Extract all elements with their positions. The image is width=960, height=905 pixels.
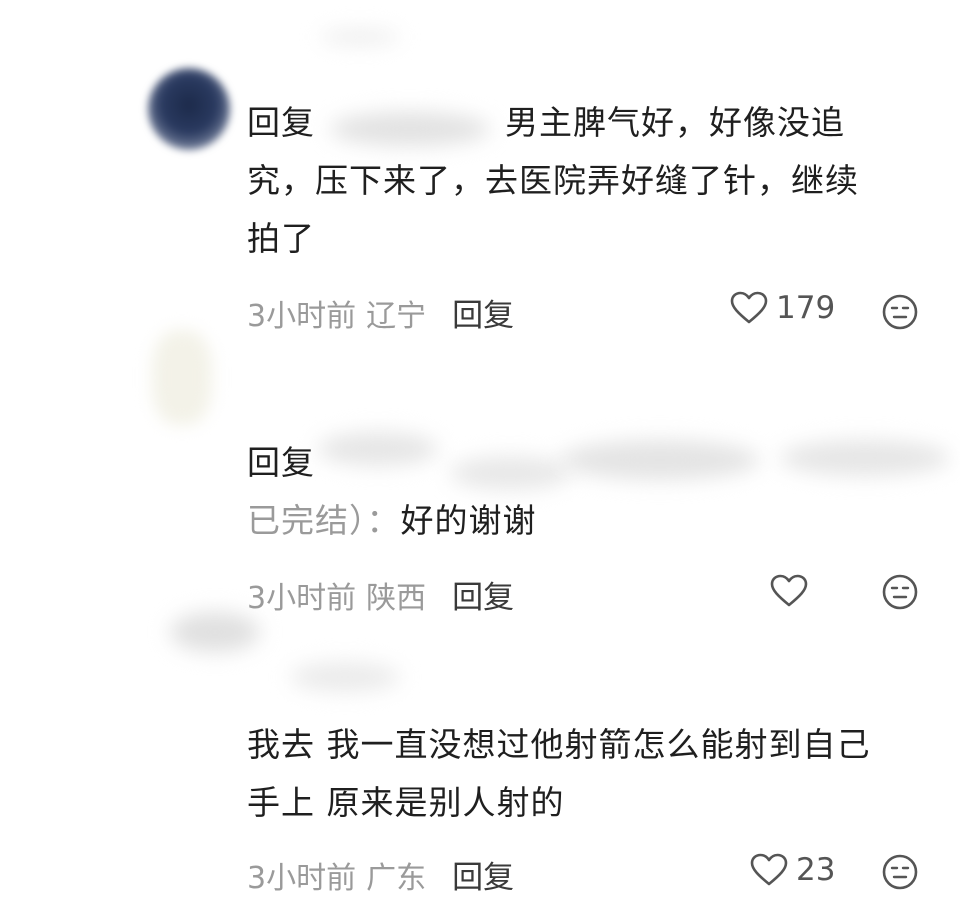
dislike-button[interactable]: [880, 852, 922, 894]
comment-time: 3小时前: [247, 580, 357, 616]
comment-3-line1: 我去 我一直没想过他射箭怎么能射到自己: [247, 725, 871, 764]
comment-3-text: 我去 我一直没想过他射箭怎么能射到自己 手上 原来是别人射的: [247, 716, 871, 832]
comment-1-meta: 3小时前 辽宁 回复: [247, 290, 514, 335]
reply-prefix: 回复: [247, 443, 315, 482]
comment-2-meta: 3小时前 陕西 回复: [247, 572, 514, 617]
comment-3-line2: 手上 原来是别人射的: [247, 783, 565, 822]
comment-time: 3小时前: [247, 860, 357, 896]
comment-1-line1: 回复 男主脾气好，好像没追: [247, 94, 859, 152]
comment-1-text: 回复 男主脾气好，好像没追 究，压下来了，去医院弄好缝了针，继续 拍了: [247, 94, 859, 268]
reply-button[interactable]: 回复: [452, 572, 514, 617]
comment-2-line1: 回复: [247, 434, 537, 492]
quoted-muted-text: 已完结）：: [247, 501, 401, 540]
reply-prefix: 回复: [247, 103, 315, 142]
avatar-faint: [152, 330, 212, 425]
blurred-username-2d: [780, 440, 950, 476]
comment-location: 陕西: [366, 580, 427, 616]
dislike-face-icon: [882, 854, 918, 890]
blurred-username-3: [290, 662, 400, 692]
avatar: [148, 68, 230, 150]
like-button[interactable]: [770, 574, 808, 608]
like-button[interactable]: 179: [730, 290, 835, 326]
comment-2-line2: 已完结）：好的谢谢: [247, 492, 537, 550]
like-count: 179: [776, 290, 836, 326]
reply-button[interactable]: 回复: [452, 290, 514, 335]
comment-3-meta: 3小时前 广东 回复: [247, 852, 514, 897]
comment-2-text: 回复 已完结）：好的谢谢: [247, 434, 537, 550]
comment-location: 辽宁: [366, 298, 427, 334]
dislike-face-icon: [882, 574, 918, 610]
comment-time: 3小时前: [247, 298, 357, 334]
dislike-face-icon: [882, 294, 918, 330]
like-count: 23: [796, 852, 836, 888]
heart-icon: [770, 574, 808, 608]
blurred-username-2c: [560, 440, 760, 480]
comment-1-line3: 拍了: [247, 219, 315, 258]
like-button[interactable]: 23: [750, 852, 835, 888]
heart-icon: [750, 853, 788, 887]
reply-button[interactable]: 回复: [452, 852, 514, 897]
heart-icon: [730, 291, 768, 325]
comment-2-body: 好的谢谢: [400, 501, 537, 540]
dislike-button[interactable]: [880, 572, 922, 614]
dislike-button[interactable]: [880, 292, 922, 334]
blurred-top-name: [320, 30, 400, 44]
comment-1-line1-rest: 男主脾气好，好像没追: [505, 103, 845, 142]
comment-location: 广东: [366, 860, 427, 896]
comment-1-line2: 究，压下来了，去医院弄好缝了针，继续: [247, 161, 859, 200]
blurred-avatar-3: [170, 612, 260, 652]
